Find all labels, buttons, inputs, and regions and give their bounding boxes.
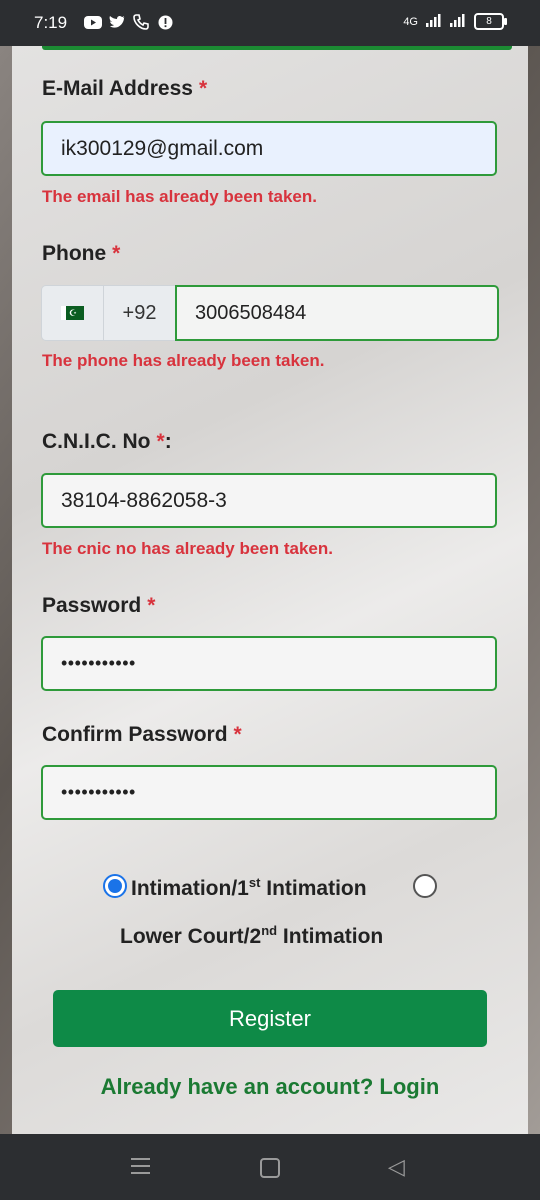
cnic-label: C.N.I.C. No *: (42, 430, 172, 453)
register-button[interactable]: Register (53, 990, 487, 1047)
navigation-bar: ◁ (0, 1134, 540, 1200)
back-icon[interactable]: ◁ (388, 1154, 405, 1180)
required-mark: * (233, 723, 242, 746)
signal-icon (426, 13, 442, 30)
clock: 7:19 (34, 13, 68, 32)
twitter-icon (108, 14, 126, 30)
required-mark: * (147, 594, 156, 617)
confirm-password-value: ••••••••••• (61, 782, 136, 802)
password-value: ••••••••••• (61, 653, 136, 673)
system-indicators: 4G 8 (403, 13, 507, 30)
cnic-value: 38104-8862058-3 (61, 488, 227, 512)
required-mark: * (156, 430, 165, 453)
login-link[interactable]: Already have an account? Login (12, 1074, 528, 1100)
status-bar: 7:19 4G 8 (0, 0, 540, 46)
battery-icon: 8 (474, 13, 507, 30)
radio-label-lower-court-2nd[interactable]: Lower Court/2nd Intimation (120, 923, 383, 949)
youtube-icon (84, 14, 102, 30)
phone-input[interactable]: 3006508484 (175, 285, 499, 341)
notification-icons (84, 14, 174, 30)
home-icon[interactable] (260, 1158, 280, 1178)
cnic-error: The cnic no has already been taken. (42, 539, 333, 558)
radio-label-intimation-1st[interactable]: Intimation/1st Intimation (131, 875, 367, 901)
phone-value: 3006508484 (195, 301, 307, 324)
signal-icon-2 (450, 13, 466, 30)
email-label: E-Mail Address * (42, 77, 208, 100)
password-label: Password * (42, 594, 156, 617)
alert-icon (156, 14, 174, 30)
email-field[interactable]: ik300129@gmail.com (41, 121, 497, 176)
pakistan-flag-icon (61, 306, 84, 320)
registration-form: E-Mail Address * ik300129@gmail.com The e… (12, 46, 528, 1134)
country-selector[interactable] (41, 285, 103, 341)
radio-lower-court-2nd[interactable] (413, 874, 437, 898)
phone-icon (132, 14, 150, 30)
required-mark: * (112, 242, 121, 265)
required-mark: * (198, 77, 208, 100)
email-value: ik300129@gmail.com (61, 136, 264, 160)
phone-group: +92 3006508484 (41, 285, 499, 341)
email-error: The email has already been taken. (42, 187, 317, 206)
cnic-field[interactable]: 38104-8862058-3 (41, 473, 497, 528)
phone-error: The phone has already been taken. (42, 351, 325, 370)
card-top-border (42, 46, 512, 50)
phone-label: Phone * (42, 242, 121, 265)
country-code: +92 (103, 285, 175, 341)
password-field[interactable]: ••••••••••• (41, 636, 497, 691)
confirm-password-field[interactable]: ••••••••••• (41, 765, 497, 820)
confirm-password-label: Confirm Password * (42, 723, 242, 746)
radio-intimation-1st[interactable] (103, 874, 127, 898)
network-type: 4G (403, 15, 418, 28)
recent-apps-icon[interactable] (131, 1158, 150, 1179)
